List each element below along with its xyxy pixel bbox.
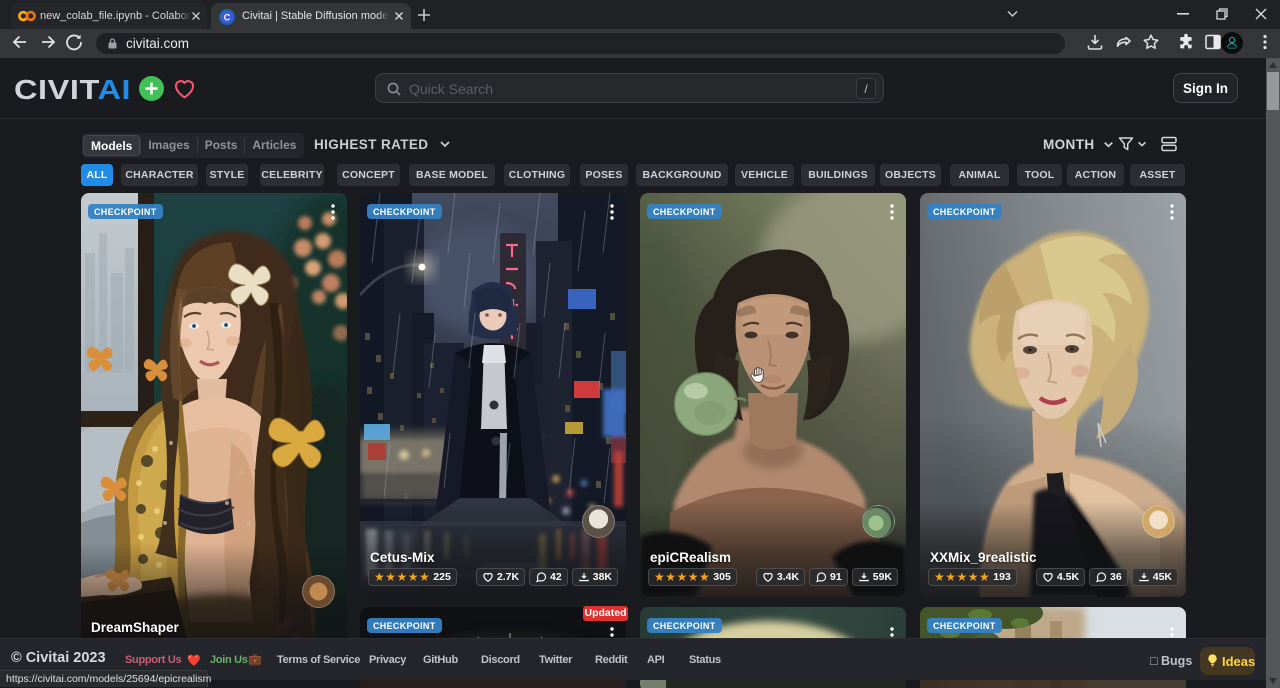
svg-text:C: C <box>224 12 231 22</box>
